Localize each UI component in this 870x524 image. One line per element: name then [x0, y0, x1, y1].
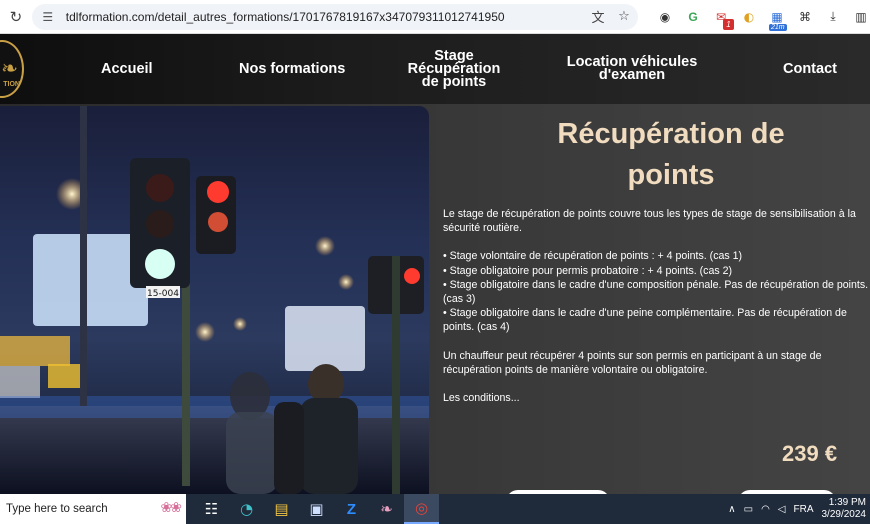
- traffic-light-scene: 15-004: [0, 106, 429, 494]
- download-icon[interactable]: ⤓: [824, 8, 842, 26]
- clock-time: 1:39 PM: [828, 497, 866, 508]
- nav-stage-line3: de points: [421, 74, 487, 90]
- desc-bullet-2: • Stage obligatoire pour permis probatoi…: [443, 264, 733, 277]
- chrome-icon[interactable]: ◎: [404, 494, 439, 524]
- hero-photo: 15-004: [0, 106, 429, 494]
- price: 239 €: [782, 441, 838, 466]
- store-icon[interactable]: ▣: [299, 494, 334, 524]
- reload-icon[interactable]: ↻: [4, 5, 28, 29]
- nav-location-line2: d'examen: [598, 67, 666, 83]
- g-ext-icon[interactable]: G: [684, 8, 702, 26]
- browser-toolbar: ↻ ☰ tdlformation.com/detail_autres_forma…: [0, 0, 870, 34]
- url-text[interactable]: tdlformation.com/detail_autres_formation…: [66, 10, 505, 24]
- desc-intro-1: Le stage de récupération de points couvr…: [443, 208, 856, 220]
- calendar-ext-icon[interactable]: ▦ 21m: [768, 8, 787, 31]
- desc-outro-2: récupération points de manière volontair…: [443, 363, 708, 376]
- site-header: ❧ TION Accueil Nos formations Stage Récu…: [0, 34, 870, 104]
- blossom-icon: ❀❀: [160, 500, 183, 516]
- nav-contact[interactable]: Contact: [783, 62, 837, 77]
- translate-icon[interactable]: 文: [590, 8, 606, 26]
- desc-bullet-3a: • Stage obligatoire dans le cadre d'une …: [443, 278, 869, 291]
- title-line2: points: [627, 159, 715, 191]
- app-icon[interactable]: ❧: [369, 494, 404, 524]
- taskbar-search[interactable]: Type here to search ❀❀: [0, 494, 186, 524]
- tray-chevron-icon[interactable]: ∧: [728, 504, 735, 515]
- circle-ext-icon[interactable]: ◉: [656, 8, 674, 26]
- system-tray: ∧ ▭ ◠ ◁ FRA 1:39 PM 3/29/2024: [728, 494, 870, 524]
- clock[interactable]: 1:39 PM 3/29/2024: [822, 497, 867, 521]
- taskbar: Type here to search ❀❀ ☷ ◔ ▤ ▣ Z ❧ ◎ ∧ ▭…: [0, 494, 870, 524]
- wifi-icon[interactable]: ◠: [761, 504, 770, 515]
- desc-conditions: Les conditions...: [443, 392, 520, 405]
- calendar-badge: 21m: [769, 23, 787, 31]
- address-bar[interactable]: ☰ tdlformation.com/detail_autres_formati…: [31, 3, 638, 30]
- desc-outro-1: Un chauffeur peut récupérer 4 points sur…: [443, 349, 822, 362]
- traffic-sign-number: 15-004: [147, 289, 179, 299]
- wing-icon: ❧: [1, 56, 18, 80]
- file-explorer-icon[interactable]: ▤: [264, 494, 299, 524]
- colorful-ext-icon[interactable]: ◐: [740, 8, 758, 26]
- main-content: 15-004 Récupération de points Le stage d…: [0, 104, 870, 494]
- edge-icon[interactable]: ◔: [229, 494, 264, 524]
- volume-icon[interactable]: ◁: [778, 504, 786, 515]
- desc-bullet-4a: • Stage obligatoire dans le cadre d'une …: [443, 307, 847, 320]
- task-view-icon[interactable]: ☷: [194, 494, 229, 524]
- search-placeholder: Type here to search: [6, 503, 108, 515]
- bookmark-star-icon[interactable]: ☆: [616, 8, 632, 26]
- page-title: Récupération de points: [440, 114, 870, 196]
- nav-location-vehicules[interactable]: Location véhicules d'examen: [565, 55, 699, 83]
- zoom-icon[interactable]: Z: [334, 494, 369, 524]
- language-indicator[interactable]: FRA: [794, 504, 814, 515]
- nav-accueil[interactable]: Accueil: [101, 62, 153, 77]
- battery-icon[interactable]: ▭: [744, 504, 753, 515]
- mail-badge: 1: [723, 18, 734, 30]
- nav-formations[interactable]: Nos formations: [239, 62, 345, 77]
- site-info-icon[interactable]: ☰: [40, 9, 56, 25]
- extensions-area: ◉ G ✉ 1 ◐ ▦ 21m ⌘ ⤓ ▥: [656, 8, 870, 31]
- desc-intro-2: sécurité routière.: [443, 222, 522, 235]
- clock-date: 3/29/2024: [821, 509, 867, 520]
- desc-bullet-3b: (cas 3): [443, 293, 476, 306]
- site-logo[interactable]: ❧ TION: [0, 40, 24, 98]
- puzzle-icon[interactable]: ⌘: [796, 8, 814, 26]
- desc-bullet-1: • Stage volontaire de récupération de po…: [443, 250, 743, 263]
- mail-ext-icon[interactable]: ✉ 1: [712, 8, 734, 30]
- desc-bullet-4b: points. (cas 4): [443, 321, 510, 334]
- description: Le stage de récupération de points couvr…: [443, 207, 870, 405]
- nav-stage-recuperation[interactable]: Stage Récupération de points: [404, 49, 504, 90]
- sidebar-icon[interactable]: ▥: [852, 8, 870, 26]
- title-line1: Récupération de: [557, 118, 785, 150]
- logo-text: TION: [3, 81, 20, 88]
